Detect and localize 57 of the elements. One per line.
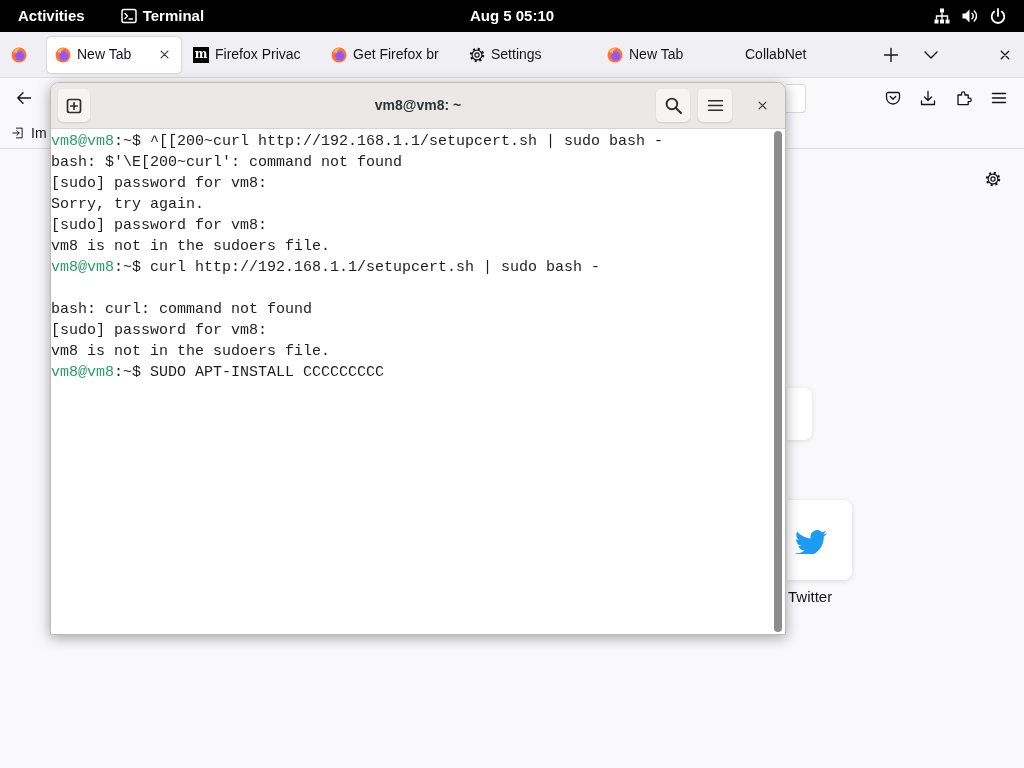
- back-icon[interactable]: [16, 90, 32, 106]
- favicon-icon: [607, 46, 623, 63]
- close-icon[interactable]: [999, 48, 1011, 61]
- output-line: Sorry, try again.: [51, 196, 205, 213]
- activities-button[interactable]: Activities: [18, 6, 85, 26]
- browser-tab[interactable]: Get Firefox br: [323, 36, 457, 73]
- scrollbar-thumb[interactable]: [774, 131, 782, 632]
- browser-tab[interactable]: Settings: [461, 36, 595, 73]
- search-icon: [664, 97, 682, 114]
- shield-chevron-icon[interactable]: [885, 90, 901, 106]
- gear-icon: [469, 46, 485, 63]
- menu-button[interactable]: [698, 89, 732, 122]
- output-line: vm8 is not in the sudoers file.: [51, 238, 331, 255]
- browser-logo-icon[interactable]: [11, 46, 27, 63]
- shell-prompt: vm8@vm8:~$: [51, 259, 142, 276]
- puzzle-icon[interactable]: [956, 90, 972, 106]
- favicon-icon: [55, 46, 71, 63]
- search-button[interactable]: [656, 89, 690, 122]
- plus-icon[interactable]: [883, 46, 899, 63]
- close-icon: [756, 100, 768, 111]
- plus-square-icon: [66, 97, 82, 114]
- browser-tab[interactable]: m Firefox Privac: [185, 36, 319, 73]
- settings-icon[interactable]: [985, 171, 1001, 187]
- new-tab-button[interactable]: [58, 89, 90, 122]
- bookmark-item[interactable]: Im: [12, 124, 47, 142]
- volume-icon[interactable]: [962, 8, 978, 24]
- command-text: SUDO APT-INSTALL CCCCCCCCC: [150, 364, 385, 381]
- command-text: ^[[200~curl http://192.168.1.1/setupcert.sh | sudo bash -: [150, 133, 664, 150]
- output-line: bash: curl: command not found: [51, 301, 313, 318]
- site-logo: m: [193, 46, 209, 63]
- output-line: [sudo] password for vm8:: [51, 217, 268, 234]
- menu-icon: [706, 97, 724, 114]
- address-field[interactable]: [786, 83, 806, 113]
- shortcut-label: Twitter: [788, 588, 833, 606]
- clock[interactable]: Aug 5 05:10: [469, 6, 555, 26]
- power-icon[interactable]: [990, 8, 1006, 24]
- output-line: [sudo] password for vm8:: [51, 175, 268, 192]
- search-field[interactable]: [787, 388, 812, 440]
- output-line: bash: $'\E[200~curl': command not found: [51, 154, 403, 171]
- output-line: vm8 is not in the sudoers file.: [51, 343, 331, 360]
- browser-tab[interactable]: New Tab: [47, 36, 181, 73]
- window-title: vm8@vm8: ~: [374, 96, 462, 115]
- close-icon[interactable]: [159, 49, 170, 60]
- app-menu[interactable]: Terminal: [120, 6, 205, 26]
- import-icon: [12, 127, 24, 139]
- browser-tab[interactable]: New Tab: [599, 36, 733, 73]
- terminal-icon: [120, 8, 137, 24]
- favicon-icon: [331, 46, 347, 63]
- browser-tab[interactable]: CollabNet: [737, 36, 871, 73]
- download-icon[interactable]: [920, 90, 936, 106]
- command-text: curl http://192.168.1.1/setupcert.sh | sudo bash -: [150, 259, 601, 276]
- menu-icon[interactable]: [991, 90, 1007, 106]
- shortcut-tile[interactable]: [787, 500, 852, 580]
- network-icon[interactable]: [934, 8, 950, 24]
- shell-prompt: vm8@vm8:~$: [51, 364, 142, 381]
- output-line: [sudo] password for vm8:: [51, 322, 268, 339]
- shell-prompt: vm8@vm8:~$: [51, 133, 142, 150]
